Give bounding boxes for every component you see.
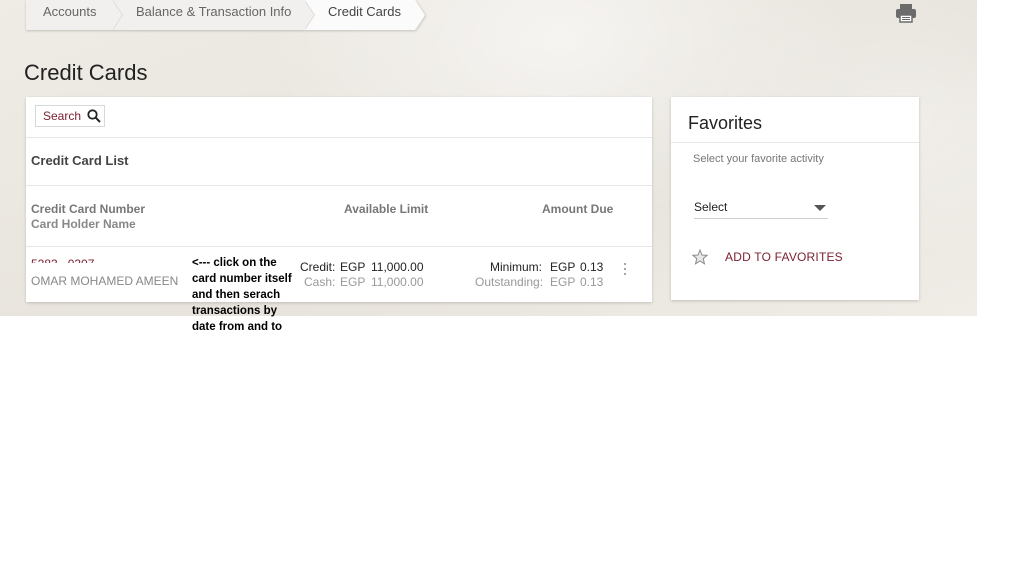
- cash-label: Cash:: [304, 275, 336, 289]
- minimum-label: Minimum:: [490, 260, 543, 274]
- breadcrumb-balance-transaction-info[interactable]: Balance & Transaction Info: [112, 0, 315, 30]
- divider: [671, 142, 919, 143]
- header-card-holder-name: Card Holder Name: [31, 217, 136, 231]
- divider: [26, 185, 652, 186]
- header-amount-due: Amount Due: [542, 202, 614, 216]
- credit-currency: EGP: [340, 260, 366, 274]
- outstanding-label: Outstanding:: [475, 275, 544, 289]
- favorite-activity-select[interactable]: Select: [694, 198, 828, 219]
- credit-amount: 11,000.00: [371, 260, 424, 274]
- cash-amount: 11,000.00: [371, 275, 424, 289]
- divider: [26, 246, 652, 247]
- header-available-limit: Available Limit: [344, 202, 429, 216]
- outstanding-currency: EGP: [550, 275, 576, 289]
- header-card-number: Credit Card Number: [31, 202, 146, 216]
- minimum-amount: 0.13: [580, 260, 604, 274]
- search-label: Search: [43, 109, 82, 123]
- star-icon: [692, 249, 708, 265]
- search-button[interactable]: Search: [35, 105, 105, 127]
- favorites-panel: Favorites Select your favorite activity …: [671, 97, 919, 300]
- chevron-down-icon: [814, 205, 826, 211]
- select-value: Select: [694, 200, 728, 214]
- print-icon[interactable]: [895, 3, 917, 23]
- search-bar: Search: [26, 97, 652, 138]
- card-number-link[interactable]: 5283...0307: [31, 254, 135, 263]
- favorites-title: Favorites: [688, 113, 763, 133]
- favorites-subtitle: Select your favorite activity: [693, 153, 824, 165]
- breadcrumb-accounts[interactable]: Accounts: [26, 0, 123, 30]
- page-title: Credit Cards: [24, 60, 148, 85]
- breadcrumb-credit-cards: Credit Cards: [304, 0, 426, 30]
- card-holder-name: OMAR MOHAMED AMEEN: [31, 274, 179, 288]
- add-to-favorites-label: ADD TO FAVORITES: [725, 250, 843, 264]
- add-to-favorites-button[interactable]: ADD TO FAVORITES: [692, 249, 843, 265]
- more-vertical-icon[interactable]: [622, 263, 628, 277]
- cash-currency: EGP: [340, 275, 366, 289]
- credit-card-list-title: Credit Card List: [31, 153, 129, 168]
- minimum-currency: EGP: [550, 260, 576, 274]
- breadcrumb: Accounts Balance & Transaction Info Cred…: [26, 0, 426, 30]
- annotation-note: <--- click on the card number itself and…: [192, 257, 292, 333]
- search-icon: [87, 109, 101, 123]
- outstanding-amount: 0.13: [580, 275, 604, 289]
- credit-label: Credit:: [300, 260, 336, 274]
- credit-card-panel: Search Credit Card List Credit Card Numb…: [26, 97, 652, 302]
